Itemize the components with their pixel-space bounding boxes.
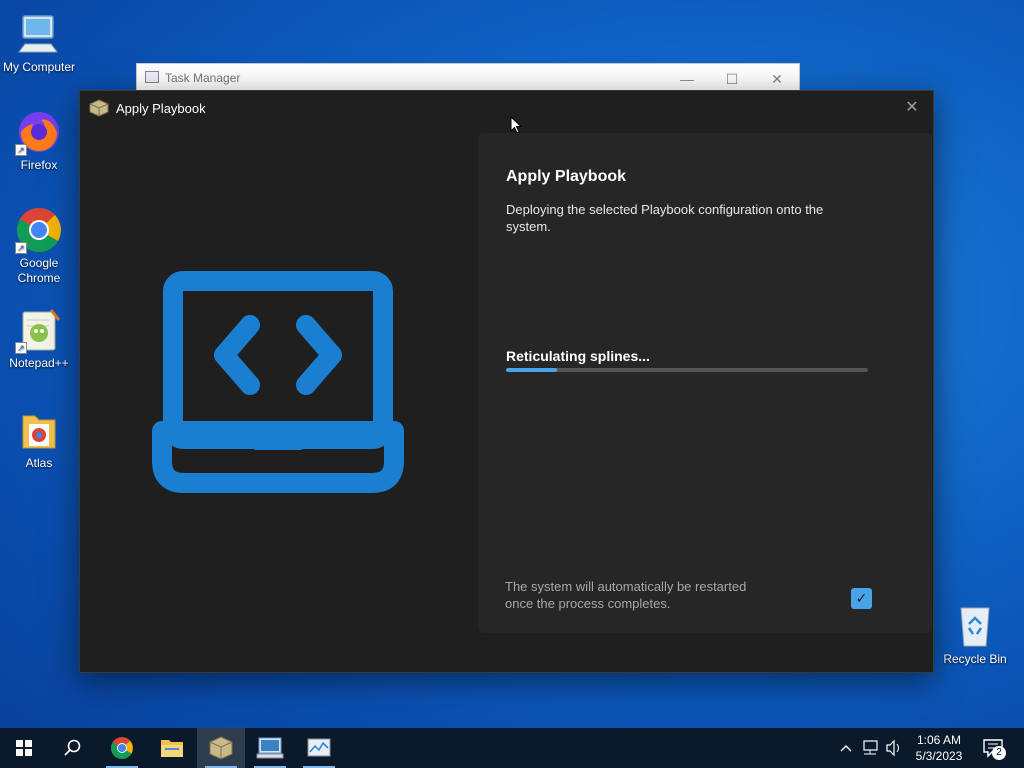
desktop-icon-label: Recycle Bin (943, 652, 1007, 666)
firefox-icon: ↗ (15, 108, 63, 156)
chevron-up-icon (840, 745, 852, 752)
volume-icon (886, 739, 895, 757)
apply-playbook-window: Apply Playbook ✕ Apply Playbook Deployin… (79, 90, 934, 673)
desktop-icon-label: My Computer (2, 60, 76, 74)
start-button[interactable] (0, 728, 48, 768)
minimize-button[interactable]: — (672, 68, 702, 90)
notification-count-badge: 2 (992, 746, 1006, 760)
desktop-icon-label: Google Chrome (17, 256, 61, 285)
taskbar: 1:06 AM 5/3/2023 2 (0, 728, 1024, 768)
notepadpp-icon: ↗ (15, 306, 63, 354)
computer-icon (15, 10, 63, 58)
taskbar-chrome[interactable] (98, 728, 146, 768)
restart-checkbox[interactable]: ✓ (851, 588, 872, 609)
desktop-icon-chrome[interactable]: ↗ Google Chrome (0, 206, 79, 286)
desktop-icon-firefox[interactable]: ↗ Firefox (0, 108, 79, 173)
windows-icon (16, 740, 32, 756)
checkmark-icon: ✓ (855, 590, 868, 606)
system-tray (835, 728, 905, 768)
desktop-icon-recycle-bin[interactable]: Recycle Bin (935, 602, 1015, 667)
desktop-icon-label: Firefox (20, 158, 58, 172)
shortcut-arrow-icon: ↗ (15, 144, 27, 156)
package-icon (89, 99, 109, 117)
status-text: Reticulating splines... (506, 348, 650, 364)
progress-panel: Apply Playbook Deploying the selected Pl… (478, 133, 932, 633)
progress-bar (506, 368, 868, 372)
task-manager-icon (307, 738, 331, 757)
taskbar-monitor[interactable] (246, 728, 294, 768)
taskbar-task-manager[interactable] (295, 728, 343, 768)
folder-icon (161, 740, 183, 757)
close-button[interactable]: ✕ (901, 97, 923, 119)
atlas-folder-icon (15, 406, 63, 454)
maximize-button[interactable]: ☐ (717, 68, 747, 90)
progress-fill (506, 368, 557, 372)
clock-time: 1:06 AM (916, 733, 962, 747)
task-manager-window[interactable]: Task Manager — ☐ ✕ (136, 63, 800, 93)
package-icon (209, 736, 233, 760)
notification-button[interactable]: 2 (980, 734, 1008, 762)
chrome-icon (111, 737, 133, 759)
laptop-code-icon (152, 271, 404, 493)
clock[interactable]: 1:06 AM 5/3/2023 (910, 732, 968, 764)
recycle-bin-icon (951, 602, 999, 650)
close-button[interactable]: ✕ (762, 68, 792, 90)
window-title: Apply Playbook (116, 101, 206, 116)
desktop-icon-notepadpp[interactable]: ↗ Notepad++ (0, 306, 79, 371)
clock-date: 5/3/2023 (915, 749, 963, 763)
page-description: Deploying the selected Playbook configur… (506, 202, 824, 234)
shortcut-arrow-icon: ↗ (15, 342, 27, 354)
monitor-icon (256, 737, 284, 759)
task-manager-title: Task Manager (165, 71, 241, 85)
desktop-icon-label: Atlas (25, 456, 53, 470)
network-icon (863, 740, 878, 751)
title-bar[interactable]: Apply Playbook ✕ (80, 91, 933, 125)
search-button[interactable] (48, 728, 96, 768)
task-manager-icon (145, 71, 159, 83)
desktop-icon-atlas[interactable]: Atlas (0, 406, 79, 471)
restart-note: The system will automatically be restart… (505, 579, 747, 611)
mouse-cursor-icon (510, 115, 523, 134)
desktop-icon-label: Notepad++ (9, 356, 69, 370)
taskbar-apply-playbook[interactable] (197, 728, 245, 768)
page-title: Apply Playbook (506, 168, 627, 185)
shortcut-arrow-icon: ↗ (15, 242, 27, 254)
chrome-icon: ↗ (15, 206, 63, 254)
search-icon (64, 739, 81, 756)
desktop-icon-my-computer[interactable]: My Computer (0, 10, 79, 75)
taskbar-file-explorer[interactable] (148, 728, 196, 768)
